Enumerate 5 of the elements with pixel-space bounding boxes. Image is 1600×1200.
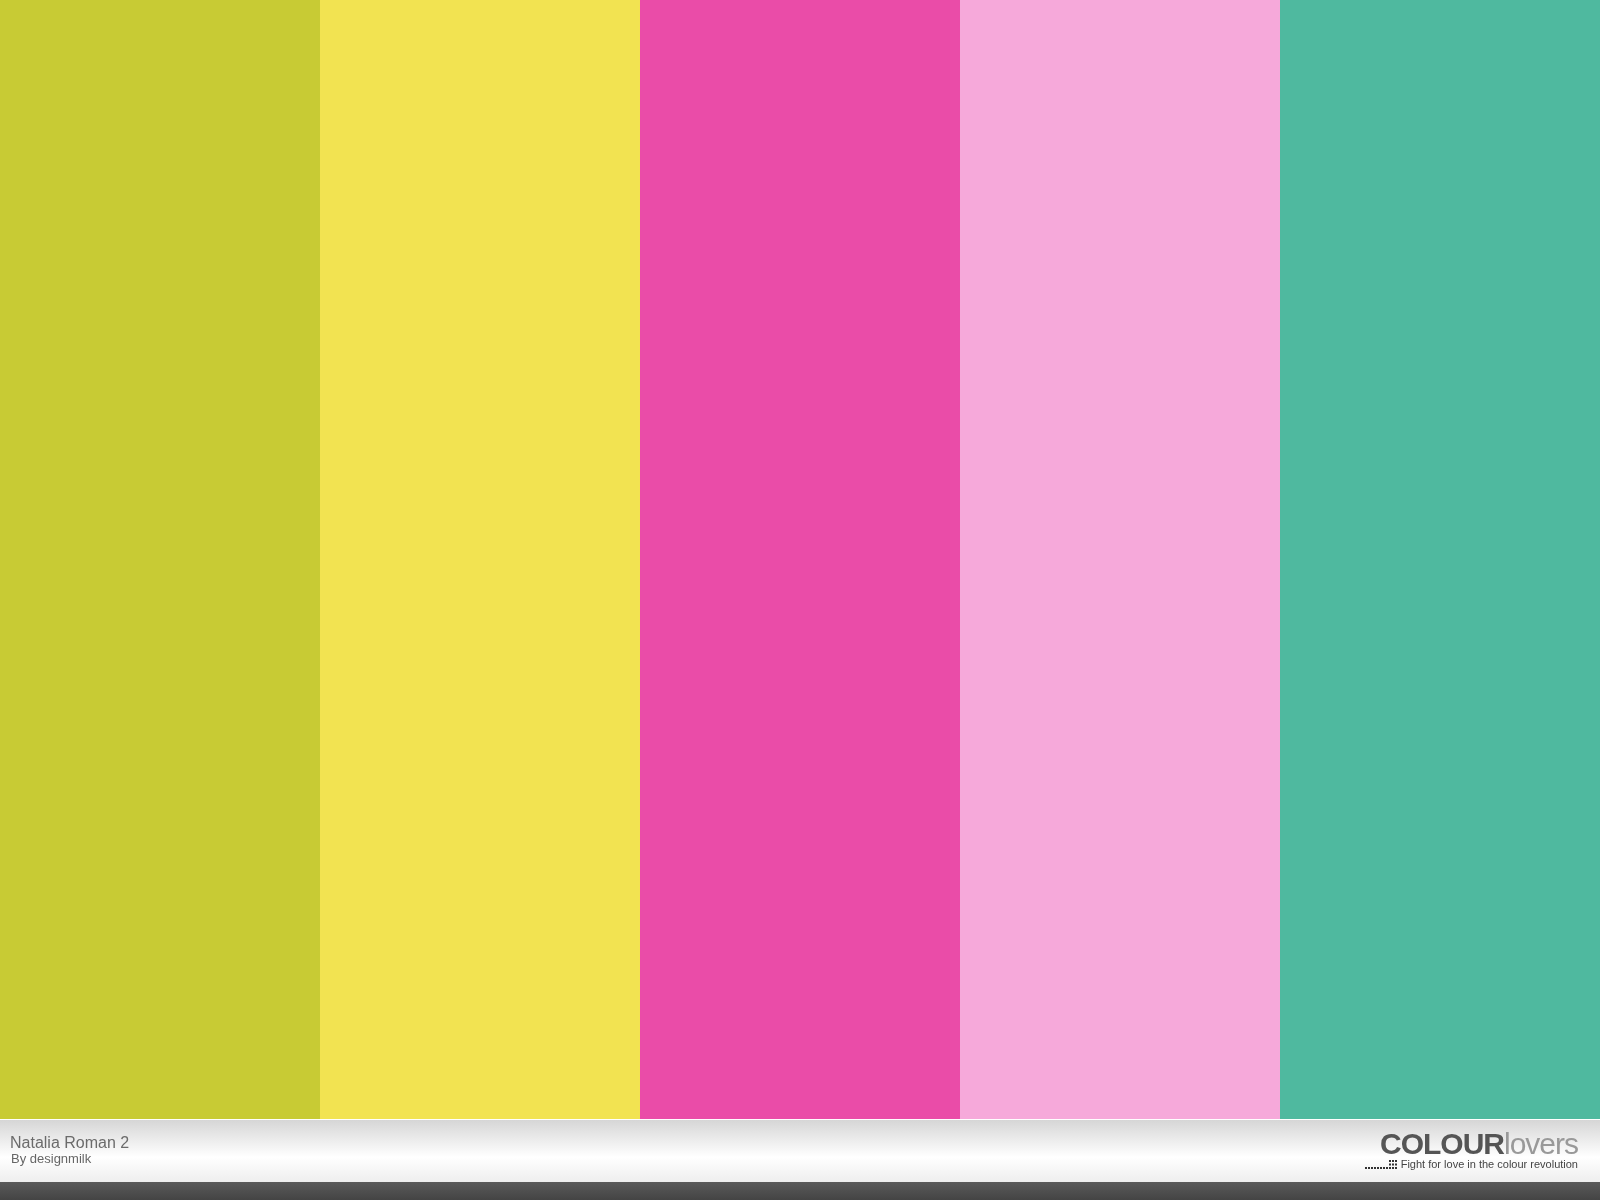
site-logo: COLOURlovers xyxy=(1379,1130,1578,1158)
palette-title: Natalia Roman 2 xyxy=(10,1134,130,1152)
palette-author: By designmilk xyxy=(10,1152,93,1166)
dotted-line-icon xyxy=(1364,1159,1397,1169)
site-tagline: Fight for love in the colour revolution xyxy=(1400,1158,1578,1170)
